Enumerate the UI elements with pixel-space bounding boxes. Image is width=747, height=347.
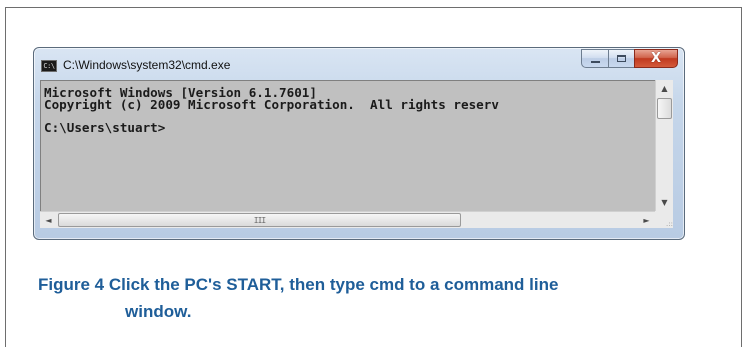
minimize-icon [590,60,600,63]
arrow-down-icon: ▼ [661,198,668,207]
close-icon: X [650,51,662,66]
horizontal-scrollbar[interactable]: ◄ III ► [40,211,655,228]
resize-grip[interactable]: .:: [655,211,673,228]
scroll-up-button[interactable]: ▲ [656,80,673,97]
scroll-left-button[interactable]: ◄ [40,212,57,229]
arrow-right-icon: ► [643,216,650,225]
cmd-window: C:\ C:\Windows\system32\cmd.exe X Micros… [33,47,685,240]
close-button[interactable]: X [634,49,678,68]
scroll-down-button[interactable]: ▼ [656,194,673,211]
caption-line-2: window. [125,302,192,321]
horizontal-scroll-thumb[interactable]: III [58,213,461,227]
arrow-up-icon: ▲ [661,84,668,93]
grip-icon: III [253,215,266,225]
minimize-button[interactable] [581,49,608,68]
vertical-scrollbar[interactable]: ▲ ▼ [655,80,673,211]
console-prompt-line: C:\Users\stuart> [44,120,166,134]
console-output[interactable]: Microsoft Windows [Version 6.1.7601] Copy… [40,80,655,211]
window-title: C:\Windows\system32\cmd.exe [63,58,231,72]
caption-line-1: Figure 4 Click the PC's START, then type… [38,275,559,294]
cmd-app-icon[interactable]: C:\ [41,60,57,72]
console-text: Microsoft Windows [Version 6.1.7601] Copy… [41,81,656,134]
arrow-left-icon: ◄ [45,216,52,225]
scroll-right-button[interactable]: ► [638,212,655,229]
window-controls: X [581,49,678,69]
resize-grip-icon: .:: [666,220,673,228]
figure-caption: Figure 4 Click the PC's START, then type… [38,271,698,325]
title-bar[interactable]: C:\ C:\Windows\system32\cmd.exe X [34,48,684,80]
maximize-icon [617,55,626,62]
maximize-button[interactable] [608,49,634,68]
vertical-scroll-thumb[interactable] [657,98,672,119]
console-line: Copyright (c) 2009 Microsoft Corporation… [44,97,499,112]
